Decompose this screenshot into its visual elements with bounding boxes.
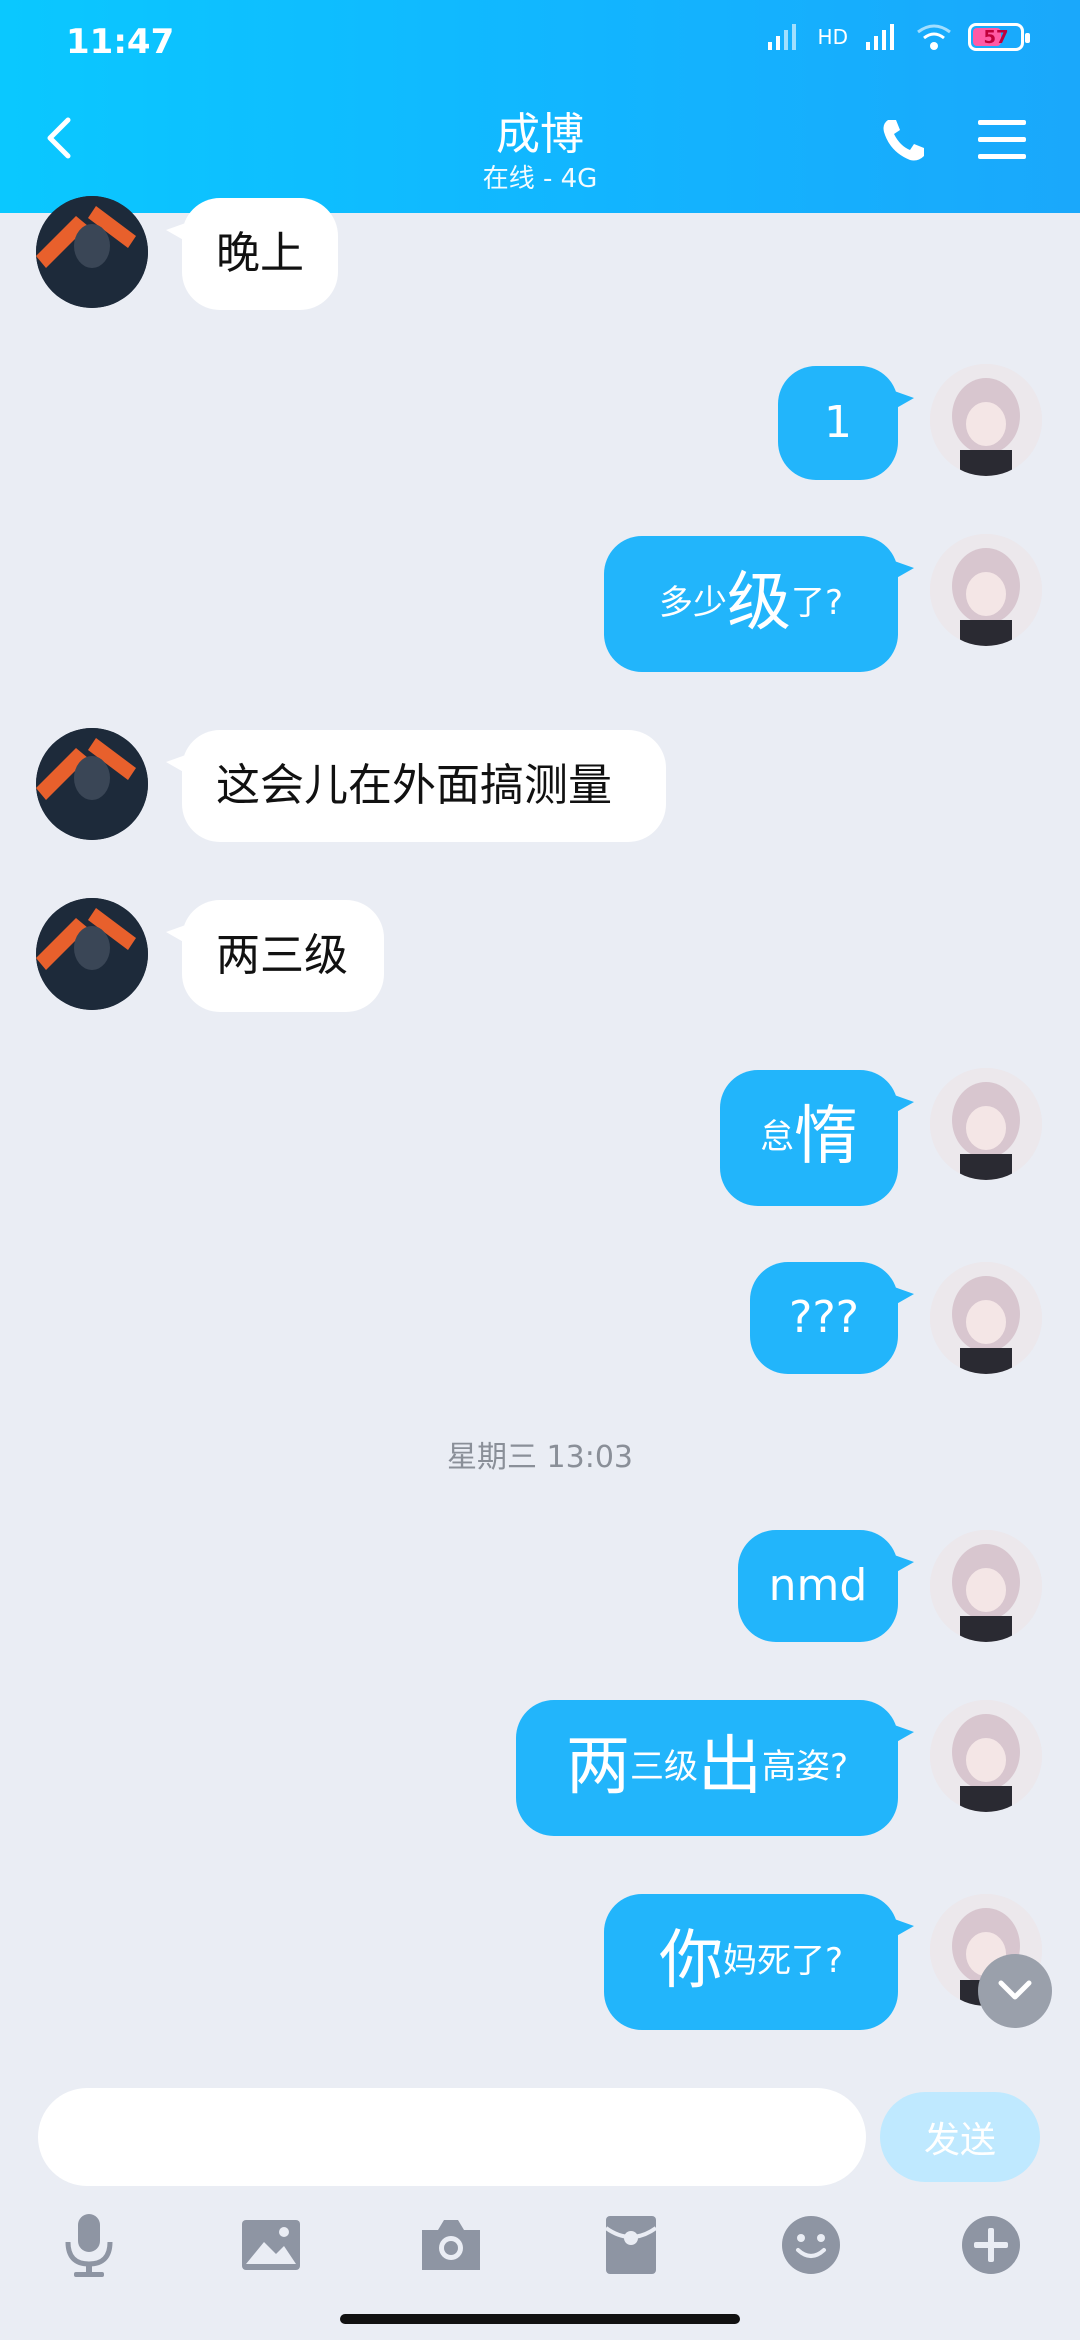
- wifi-icon: [917, 24, 951, 50]
- status-icons: HD 57: [766, 22, 1030, 52]
- message-bubble-outgoing[interactable]: 1: [778, 366, 914, 480]
- red-packet-icon[interactable]: [596, 2210, 666, 2280]
- microphone-icon[interactable]: [54, 2210, 124, 2280]
- my-avatar[interactable]: [930, 1262, 1042, 1374]
- message-bubble-outgoing[interactable]: nmd: [738, 1530, 914, 1642]
- message-bubble-outgoing[interactable]: 多少级了?: [604, 536, 914, 672]
- message-text: 三级: [629, 1747, 698, 1788]
- image-icon[interactable]: [236, 2210, 306, 2280]
- message-text: 两: [565, 1730, 630, 1805]
- camera-icon[interactable]: [416, 2210, 486, 2280]
- network-label: HD: [817, 25, 848, 49]
- message-text: 级: [726, 566, 791, 641]
- message-bubble-incoming[interactable]: 这会儿在外面搞测量: [166, 730, 666, 842]
- input-area: 发送: [0, 2070, 1080, 2340]
- message-bubble-incoming[interactable]: 晚上: [166, 198, 338, 310]
- message-text: 1: [824, 396, 852, 448]
- contact-avatar[interactable]: [36, 728, 148, 840]
- message-text: 两三级: [216, 929, 348, 981]
- message-bubble-outgoing[interactable]: 你妈死了?: [604, 1894, 914, 2030]
- message-text: 惰: [794, 1100, 858, 1175]
- message-text: 高姿?: [761, 1747, 849, 1788]
- emoji-icon[interactable]: [776, 2210, 846, 2280]
- chat-header: 11:47 HD 57 成博 在线 - 4G: [0, 0, 1080, 213]
- phone-icon[interactable]: [878, 114, 930, 166]
- status-time: 11:47: [66, 22, 175, 62]
- plus-icon[interactable]: [956, 2210, 1026, 2280]
- message-text: 这会儿在外面搞测量: [216, 759, 612, 811]
- message-text: ???: [788, 1291, 860, 1343]
- my-avatar[interactable]: [930, 1700, 1042, 1812]
- message-bubble-outgoing[interactable]: ???: [750, 1262, 914, 1374]
- message-bubble-outgoing[interactable]: 两三级出高姿?: [516, 1700, 914, 1836]
- message-timestamp: 星期三 13:03: [447, 1440, 633, 1475]
- input-toolbar: [0, 2210, 1080, 2290]
- message-text: nmd: [768, 1559, 868, 1611]
- message-text: 妈死了?: [722, 1941, 844, 1982]
- message-input[interactable]: [38, 2088, 866, 2186]
- home-indicator[interactable]: [340, 2314, 740, 2324]
- message-text: 怠: [760, 1117, 794, 1158]
- message-bubble-incoming[interactable]: 两三级: [166, 900, 384, 1012]
- message-text: 多少: [658, 583, 727, 624]
- my-avatar[interactable]: [930, 1530, 1042, 1642]
- scroll-to-bottom-button[interactable]: [978, 1954, 1052, 2028]
- battery-level: 57: [983, 26, 1009, 48]
- my-avatar[interactable]: [930, 534, 1042, 646]
- send-button[interactable]: 发送: [880, 2092, 1040, 2182]
- my-avatar[interactable]: [930, 364, 1042, 476]
- message-text: 晚上: [216, 227, 304, 279]
- battery-icon: 57: [968, 23, 1030, 51]
- chevron-down-icon: [998, 1980, 1032, 2000]
- message-text: 出: [697, 1730, 762, 1805]
- message-text: 了?: [790, 583, 844, 624]
- message-text: 你: [658, 1924, 723, 1999]
- contact-avatar[interactable]: [36, 898, 148, 1010]
- signal-icon: [866, 24, 894, 50]
- contact-avatar[interactable]: [36, 196, 148, 308]
- menu-icon[interactable]: [976, 118, 1028, 162]
- my-avatar[interactable]: [930, 1068, 1042, 1180]
- message-bubble-outgoing[interactable]: 怠惰: [720, 1070, 914, 1206]
- signal-icon: [767, 24, 796, 50]
